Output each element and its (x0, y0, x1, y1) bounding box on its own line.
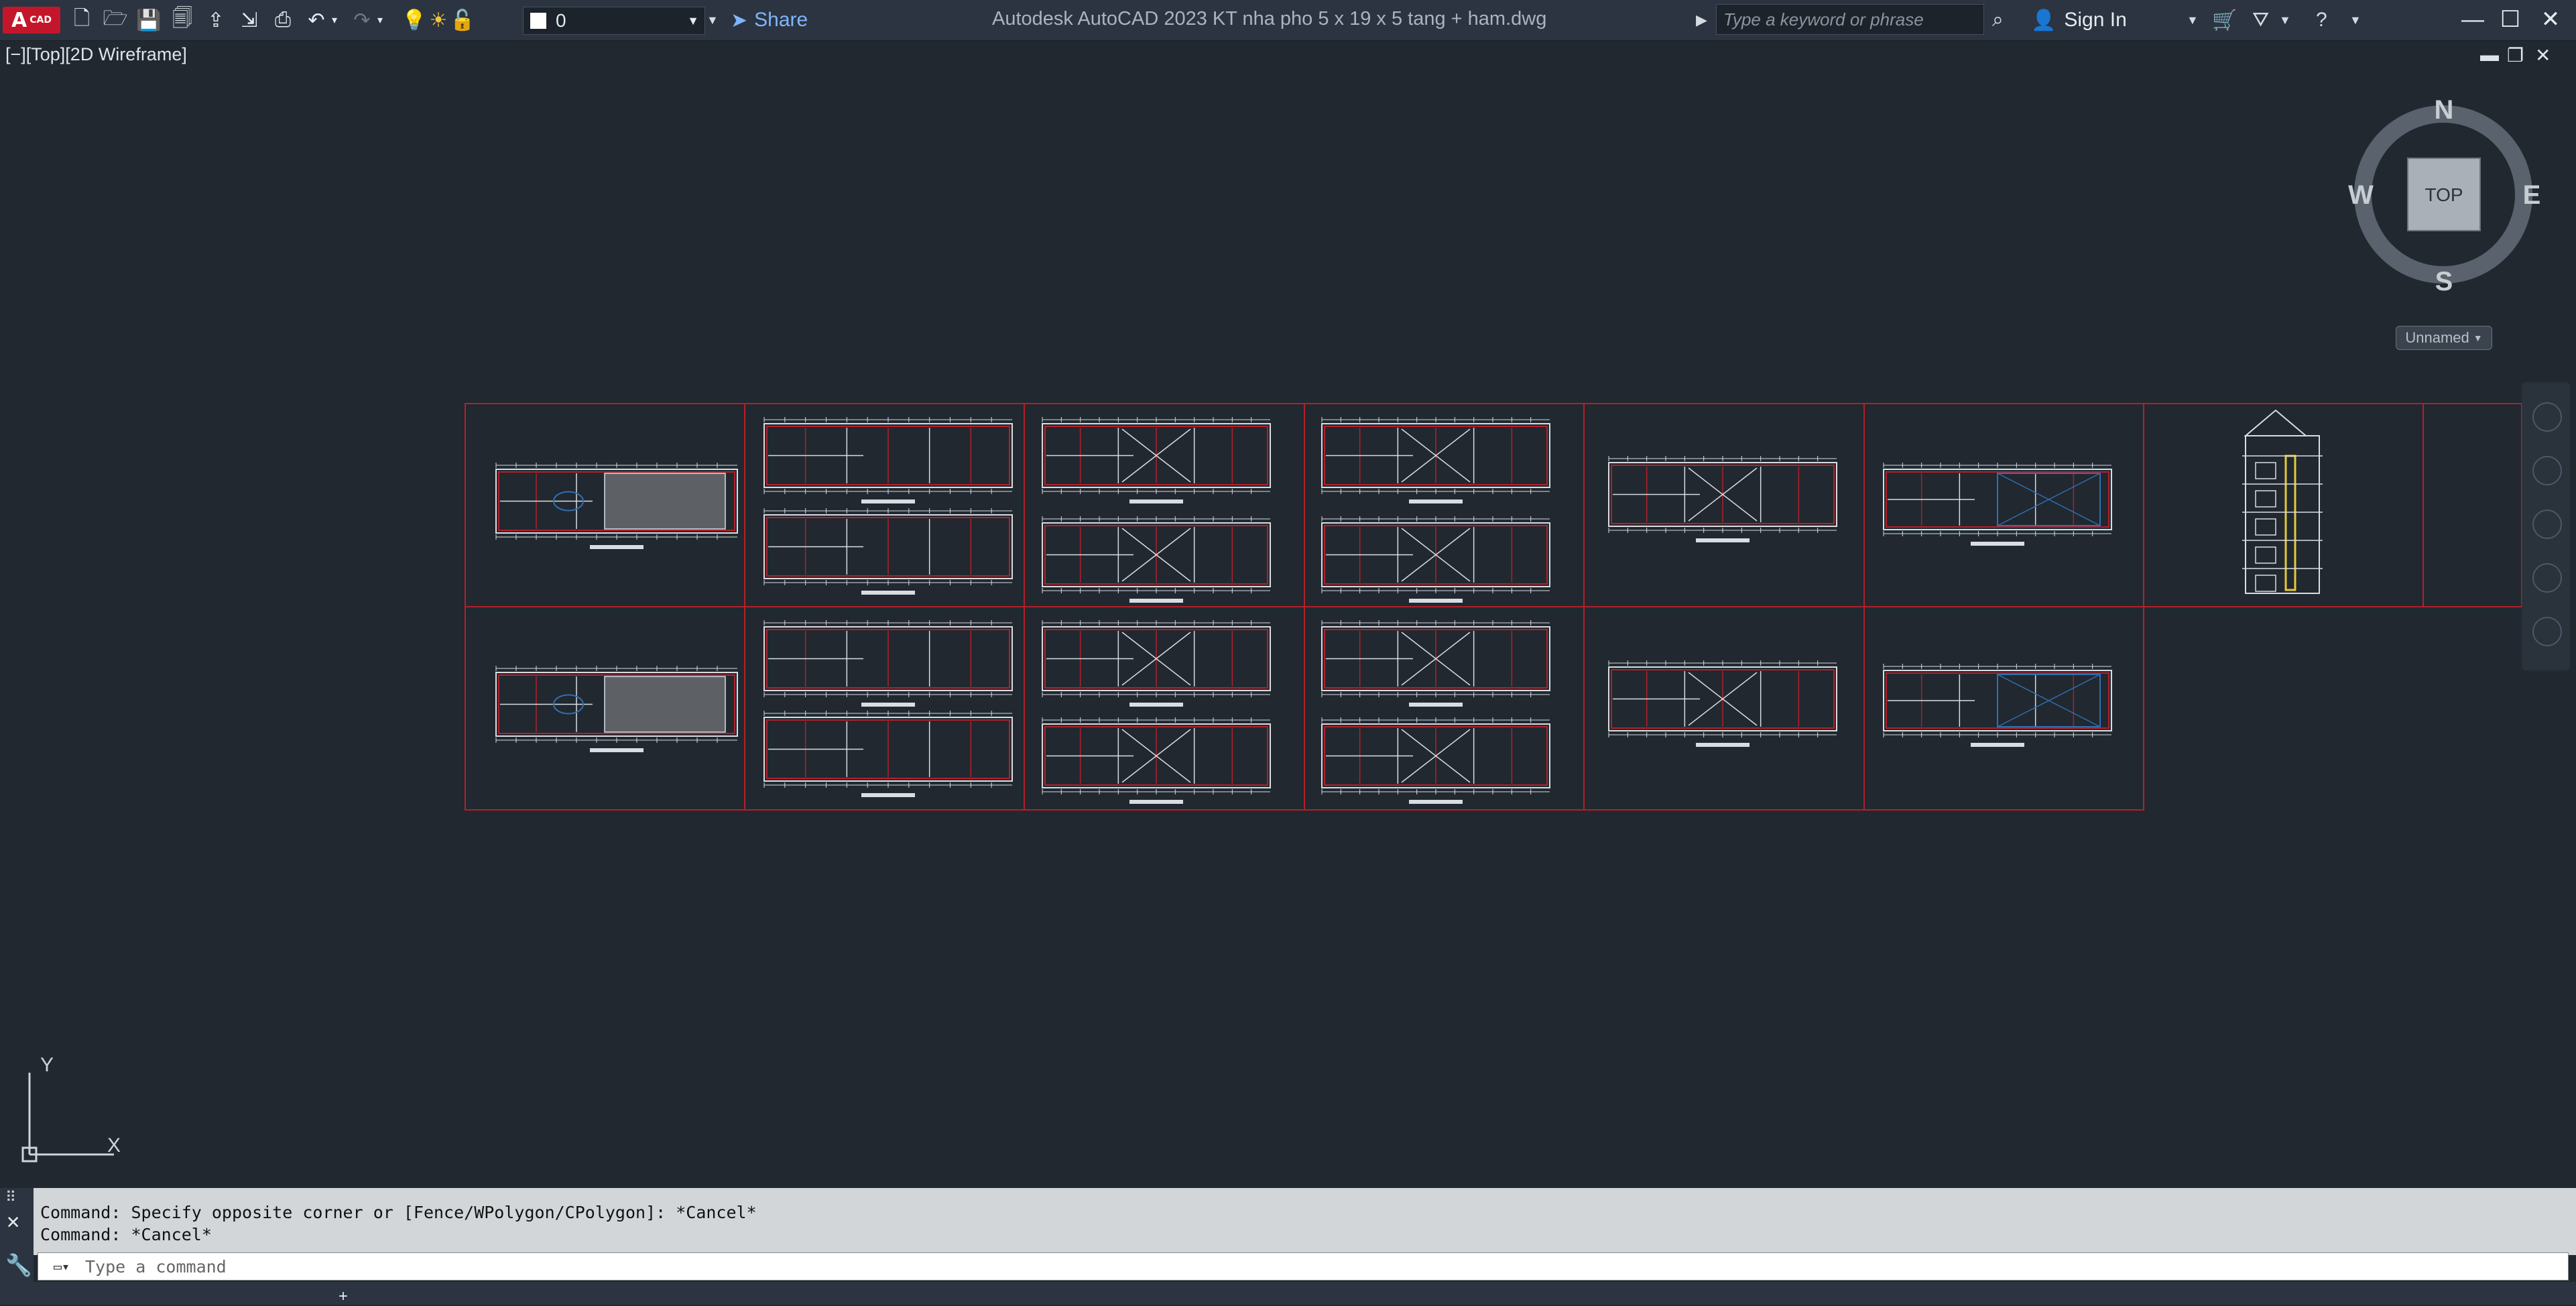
window (2255, 462, 2276, 479)
window (2255, 546, 2276, 564)
floor-plan (763, 417, 1013, 503)
floor-plan (763, 620, 1013, 707)
floor-plan (1883, 664, 2112, 747)
sheet-frame (2422, 403, 2522, 607)
floor-plan (1042, 516, 1271, 603)
elevation-drawing (2242, 409, 2323, 594)
plan-title-bar (1129, 703, 1183, 707)
ucs-icon: Y X (21, 1054, 121, 1163)
floor-plan (1321, 417, 1550, 503)
floor-plan (1321, 516, 1550, 603)
command-placeholder: Type a command (85, 1256, 227, 1277)
zoom-extents-icon[interactable] (2532, 510, 2562, 539)
compass-west[interactable]: W (2348, 180, 2374, 210)
ucs-x-label: X (107, 1134, 121, 1156)
ucs-menu-button[interactable]: Unnamed ▼ (2396, 326, 2492, 350)
steering-wheel-icon[interactable] (2532, 402, 2562, 432)
command-history-line: Command: *Cancel* (40, 1225, 212, 1244)
drawing-canvas[interactable] (0, 0, 2576, 1305)
yard-area (604, 676, 726, 733)
roof-outline (2244, 409, 2308, 436)
window (2255, 575, 2276, 592)
plan-title-bar (1409, 703, 1463, 707)
floor-plan (1608, 456, 1837, 542)
viewcube[interactable]: TOP N S E W (2346, 94, 2547, 295)
plan-title-bar (1696, 538, 1750, 542)
compass-north[interactable]: N (2435, 95, 2454, 125)
facade-outline (2245, 435, 2320, 594)
floor-plan (1321, 620, 1550, 707)
sheet-frame (1863, 606, 2144, 811)
sheet-frame (1024, 606, 1305, 811)
ucs-name-label: Unnamed (2405, 329, 2469, 346)
plan-title-bar (861, 703, 915, 707)
command-history: ⠿ ✕ 🔧 Command: Specify opposite corner o… (0, 1188, 2576, 1305)
navigation-bar (2522, 382, 2570, 670)
yard-area (604, 473, 726, 530)
sheet-frame (1024, 403, 1305, 607)
add-layout-icon[interactable]: + (339, 1287, 348, 1306)
plan-title-bar (1971, 542, 2024, 546)
floor-plan (495, 666, 738, 752)
orbit-icon[interactable] (2532, 563, 2562, 593)
showmotion-icon[interactable] (2532, 617, 2562, 646)
floor-plan (1042, 717, 1271, 804)
compass-east[interactable]: E (2523, 180, 2541, 210)
compass-south[interactable]: S (2435, 267, 2453, 295)
grip-icon[interactable]: ⠿ (5, 1189, 16, 1206)
floor-plan (1042, 417, 1271, 503)
plan-title-bar (861, 591, 915, 595)
floor-plan (763, 711, 1013, 797)
floor-plan (495, 463, 738, 549)
viewcube-face-label: TOP (2425, 184, 2463, 205)
floor-plan (1042, 620, 1271, 707)
plan-title-bar (1409, 800, 1463, 804)
chevron-down-icon: ▼ (2473, 333, 2483, 343)
close-command-line-icon[interactable]: ✕ (7, 1208, 19, 1234)
sheet-frame (1583, 606, 1865, 811)
command-input[interactable]: ▭▾ Type a command (38, 1252, 2569, 1281)
floor-plan (1608, 660, 1837, 747)
facade-column (2284, 455, 2296, 591)
layout-tabs-bar: + (0, 1282, 2576, 1305)
sheet-frame (1583, 403, 1865, 607)
plan-title-bar (861, 499, 915, 503)
customize-wrench-icon[interactable]: 🔧 (5, 1252, 32, 1278)
plan-title-bar (1696, 743, 1750, 747)
plan-title-bar (1129, 499, 1183, 503)
plan-title-bar (1409, 599, 1463, 603)
window (2255, 518, 2276, 536)
sheet-frame (1304, 606, 1585, 811)
pan-icon[interactable] (2532, 456, 2562, 485)
plan-title-bar (861, 793, 915, 797)
plan-title-bar (1129, 599, 1183, 603)
sheet-frame (744, 606, 1025, 811)
sheet-frame (1304, 403, 1585, 607)
floor-plan (763, 508, 1013, 595)
command-history-line: Command: Specify opposite corner or [Fen… (40, 1203, 757, 1222)
plan-title-bar (1971, 743, 2024, 747)
floor-plan (1321, 717, 1550, 804)
floor-plan (1883, 463, 2112, 546)
sheet-frame (2143, 403, 2424, 607)
plan-title-bar (590, 748, 643, 752)
ucs-y-label: Y (40, 1054, 54, 1076)
plan-title-bar (590, 545, 643, 549)
plan-title-bar (1409, 499, 1463, 503)
window (2255, 490, 2276, 508)
command-prompt-icon[interactable]: ▭▾ (38, 1258, 85, 1274)
plan-title-bar (1129, 800, 1183, 804)
sheet-frame (1863, 403, 2144, 607)
